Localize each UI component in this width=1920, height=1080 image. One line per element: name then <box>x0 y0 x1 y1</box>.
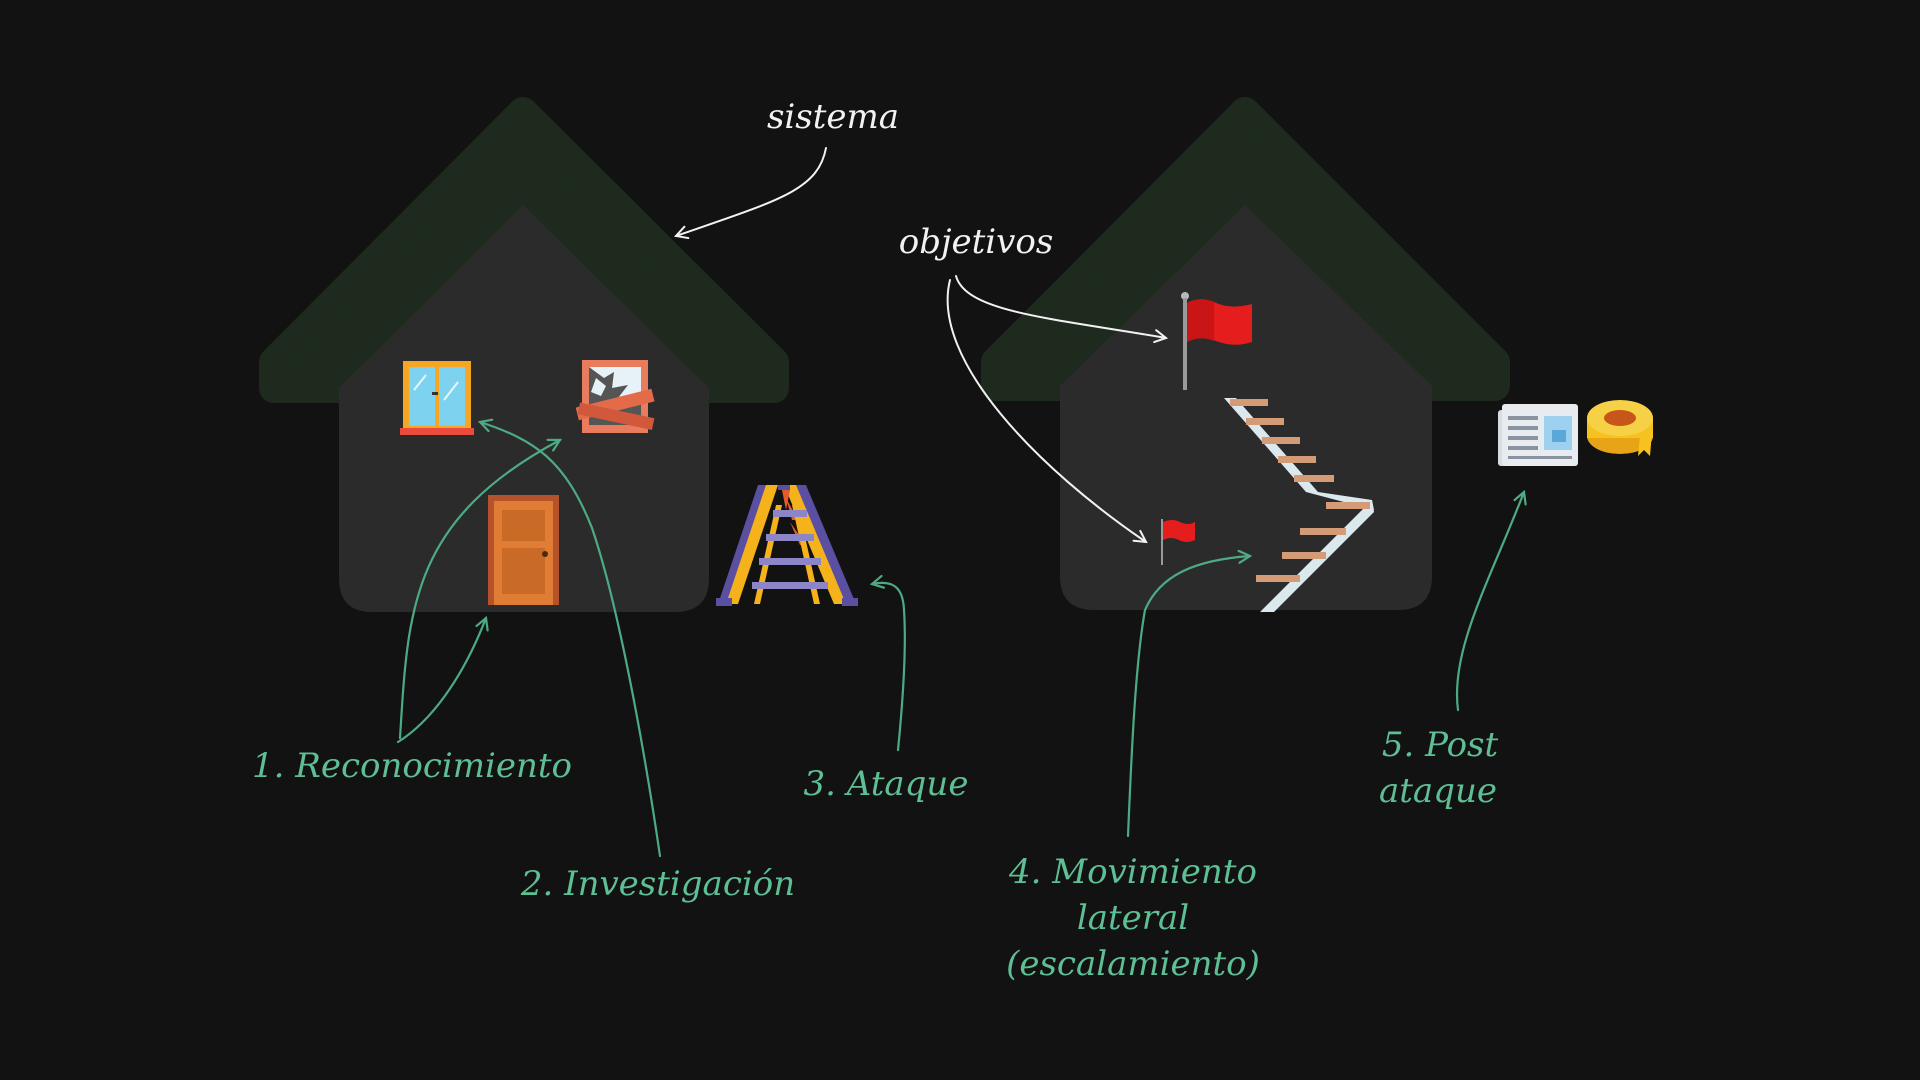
arrow-sistema <box>676 147 827 236</box>
label-movimiento-line1: 4. Movimiento <box>1008 852 1257 892</box>
label-movimiento-line3: (escalamiento) <box>1006 944 1260 984</box>
door-icon <box>488 495 559 605</box>
arrow-post-ataque-newspaper <box>1455 492 1524 712</box>
label-reconocimiento: 1. Reconocimiento <box>252 746 572 786</box>
broken-window-icon <box>575 360 655 433</box>
label-post-line1: 5. Post <box>1382 725 1499 765</box>
label-investigacion: 2. Investigación <box>520 864 795 904</box>
window-icon <box>400 361 474 435</box>
label-sistema: sistema <box>767 97 899 137</box>
label-movimiento-line2: lateral <box>1077 898 1189 938</box>
arrow-ataque-ladder <box>872 583 906 752</box>
label-post-line2: ataque <box>1379 771 1497 811</box>
house-right-icon <box>981 97 1510 610</box>
label-objetivos: objetivos <box>899 222 1054 262</box>
arrow-reconocimiento-door <box>396 618 486 744</box>
label-ataque: 3. Ataque <box>804 764 969 804</box>
tape-roll-icon <box>1587 400 1653 456</box>
ladder-icon <box>716 485 858 606</box>
newspaper-icon <box>1498 404 1578 466</box>
